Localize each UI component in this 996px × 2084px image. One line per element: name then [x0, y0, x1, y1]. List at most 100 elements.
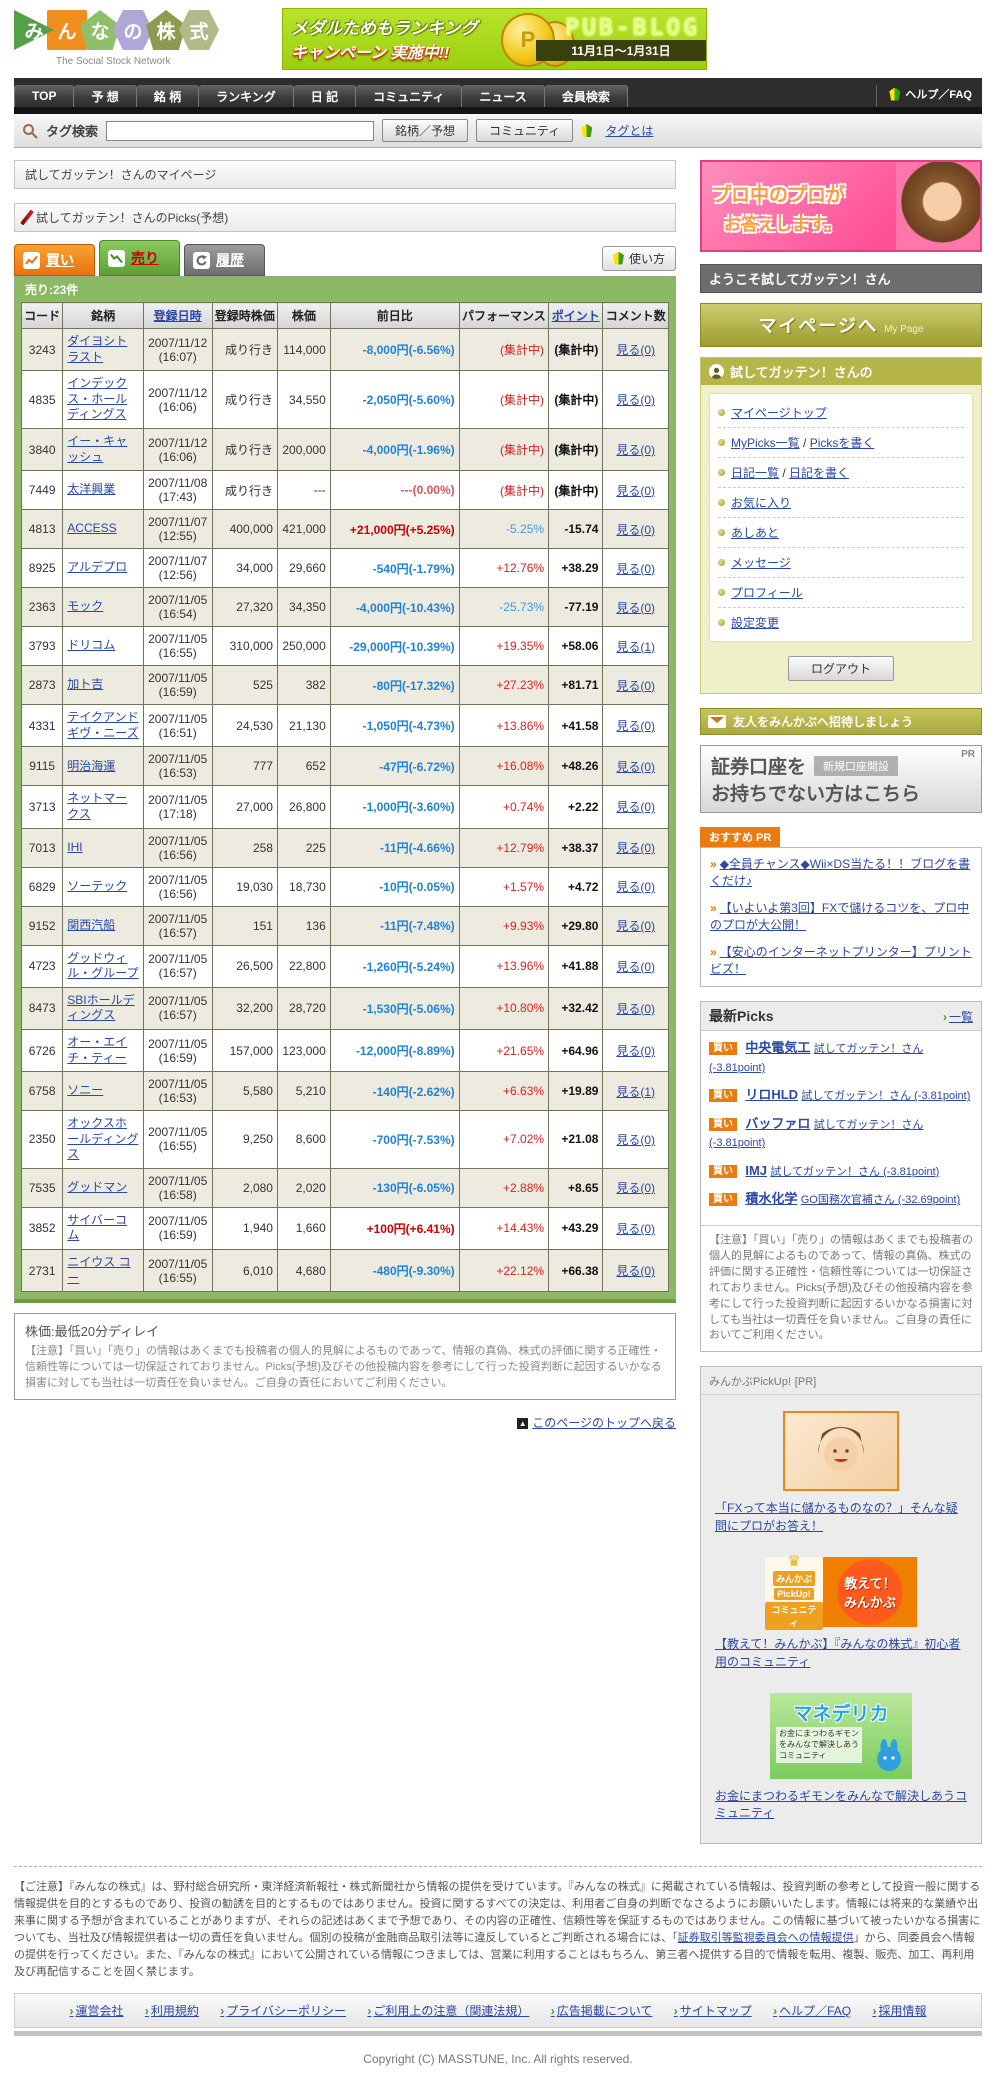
tab-buy[interactable]: 買い	[14, 244, 95, 276]
stock-name-link[interactable]: オー・エイチ・ティー	[67, 1035, 127, 1065]
pr-link[interactable]: 【いよいよ第3回】FXで儲けるコツを、プロ中のプロが大公開！	[710, 901, 969, 932]
pick-stock-link[interactable]: リロHLD	[745, 1087, 798, 1102]
pickup-oshiete-link[interactable]: 【教えて！みんかぶ】『みんなの株式』初心者用のコミュニティ	[715, 1636, 967, 1671]
view-comments-link[interactable]: 見る(0)	[616, 760, 655, 774]
nav-tab[interactable]: 会員検索	[545, 85, 628, 107]
stock-name-link[interactable]: ネットマークス	[67, 791, 127, 821]
pick-stock-link[interactable]: 中央電気工	[745, 1040, 810, 1055]
tag-help-link[interactable]: タグとは	[605, 122, 653, 139]
user-menu-link-2[interactable]: 日記を書く	[789, 466, 849, 480]
view-comments-link[interactable]: 見る(0)	[616, 841, 655, 855]
stock-name-link[interactable]: インデックス・ホールディングス	[67, 376, 127, 421]
nav-tab[interactable]: 予 想	[74, 85, 136, 107]
stock-name-link[interactable]: IHI	[67, 840, 82, 854]
usage-button[interactable]: 使い方	[602, 246, 676, 271]
view-comments-link[interactable]: 見る(0)	[616, 562, 655, 576]
securities-account-ad[interactable]: PR 証券口座を 新規口座開設 お持ちでない方はこちら	[700, 745, 982, 813]
view-comments-link[interactable]: 見る(0)	[616, 343, 655, 357]
view-comments-link[interactable]: 見る(0)	[616, 919, 655, 933]
tab-sell[interactable]: 売り	[99, 240, 180, 276]
nav-tab[interactable]: TOP	[14, 85, 74, 107]
stock-name-link[interactable]: ドリコム	[67, 638, 115, 652]
view-comments-link[interactable]: 見る(0)	[616, 719, 655, 733]
help-faq-link[interactable]: ヘルプ／FAQ	[876, 85, 982, 107]
nav-tab[interactable]: 銘 柄	[137, 85, 199, 107]
user-menu-link[interactable]: あしあと	[731, 526, 779, 540]
view-comments-link[interactable]: 見る(0)	[616, 679, 655, 693]
stock-name-link[interactable]: アルデプロ	[67, 560, 127, 574]
view-comments-link[interactable]: 見る(0)	[616, 1002, 655, 1016]
stock-name-link[interactable]: グッドウィル・グループ	[67, 951, 138, 981]
pr-link[interactable]: 【安心のインターネットプリンター】プリント ビズ！	[710, 945, 972, 976]
footer-link[interactable]: ›プライバシーポリシー	[220, 2004, 346, 2018]
user-menu-link[interactable]: お気に入り	[731, 496, 791, 510]
campaign-banner[interactable]: メダルためもランキング キャンペーン 実施中!! P PUB-BLOG 11月1…	[282, 8, 707, 70]
pick-user-link[interactable]: 試してガッテン！さん (-3.81point)	[709, 1119, 923, 1150]
stock-name-link[interactable]: ACCESS	[67, 521, 116, 535]
view-comments-link[interactable]: 見る(0)	[616, 393, 655, 407]
stock-name-link[interactable]: SBIホールディングス	[67, 993, 134, 1023]
stock-name-link[interactable]: テイクアンドギヴ・ニーズ	[67, 710, 138, 740]
stock-name-link[interactable]: ダイヨシトラスト	[67, 334, 127, 364]
stock-name-link[interactable]: サイバーコム	[67, 1213, 127, 1243]
view-comments-link[interactable]: 見る(0)	[616, 800, 655, 814]
stock-name-link[interactable]: 加ト吉	[67, 677, 103, 691]
user-menu-link[interactable]: メッセージ	[731, 556, 791, 570]
footer-link[interactable]: ›サイトマップ	[674, 2004, 752, 2018]
footer-link[interactable]: ›採用情報	[872, 2004, 926, 2018]
nav-tab[interactable]: 日 記	[294, 85, 356, 107]
view-comments-link[interactable]: 見る(0)	[616, 960, 655, 974]
nav-tab[interactable]: ニュース	[462, 85, 544, 107]
view-comments-link[interactable]: 見る(0)	[616, 1181, 655, 1195]
stock-name-link[interactable]: 関西汽船	[67, 918, 115, 932]
view-comments-link[interactable]: 見る(1)	[616, 1085, 655, 1099]
view-comments-link[interactable]: 見る(0)	[616, 523, 655, 537]
pro-answer-ad[interactable]: プロ中のプロが お答えします。	[700, 160, 982, 252]
footer-link[interactable]: ›ヘルプ／FAQ	[773, 2004, 851, 2018]
view-comments-link[interactable]: 見る(1)	[616, 640, 655, 654]
view-comments-link[interactable]: 見る(0)	[616, 1044, 655, 1058]
pick-user-link[interactable]: 試してガッテン！さん (-3.81point)	[770, 1166, 939, 1178]
search-community-button[interactable]: コミュニティ	[476, 119, 573, 142]
user-menu-link[interactable]: マイページトップ	[731, 406, 827, 420]
stock-name-link[interactable]: オックスホールディングス	[67, 1116, 138, 1161]
nav-tab[interactable]: ランキング	[199, 85, 294, 107]
sesc-report-link[interactable]: 証券取引等監視委員会への情報提供	[678, 1932, 854, 1944]
view-comments-link[interactable]: 見る(0)	[616, 880, 655, 894]
stock-name-link[interactable]: 明治海運	[67, 759, 115, 773]
pick-user-link[interactable]: GO国務次官補さん (-32.69point)	[801, 1194, 961, 1206]
pr-link[interactable]: ◆全員チャンス◆Wii×DS当たる！！ブログを書くだけ♪	[710, 857, 970, 888]
stock-name-link[interactable]: モック	[67, 599, 103, 613]
footer-link[interactable]: ›利用規約	[145, 2004, 199, 2018]
col-point-sort[interactable]: ポイント	[549, 303, 603, 329]
site-logo[interactable]: み ん な の 株 式 The Social Stock Network	[14, 8, 282, 67]
user-menu-link[interactable]: 日記一覧	[731, 466, 779, 480]
view-comments-link[interactable]: 見る(0)	[616, 1222, 655, 1236]
footer-link[interactable]: ›ご利用上の注意（関連法規）	[367, 2004, 529, 2018]
pickup-fx-link[interactable]: 「FXって本当に儲かるものなの？」そんな疑問にプロがお答え！	[715, 1500, 967, 1535]
open-account-button[interactable]: 新規口座開設	[814, 756, 898, 776]
mypage-button[interactable]: マイページへMy Page	[700, 303, 982, 347]
pickup-manederika-link[interactable]: お金にまつわるギモンをみんなで解決しあうコミュニティ	[715, 1788, 967, 1823]
nav-tab[interactable]: コミュニティ	[356, 85, 462, 107]
view-comments-link[interactable]: 見る(0)	[616, 484, 655, 498]
view-comments-link[interactable]: 見る(0)	[616, 443, 655, 457]
stock-name-link[interactable]: グッドマン	[67, 1180, 127, 1194]
search-stock-button[interactable]: 銘柄／予想	[382, 119, 468, 142]
latest-picks-more-link[interactable]: 一覧	[949, 1010, 973, 1024]
back-to-top-link[interactable]: このページのトップへ戻る	[532, 1416, 676, 1430]
col-date-sort[interactable]: 登録日時	[143, 303, 212, 329]
user-menu-link[interactable]: MyPicks一覧	[731, 436, 800, 450]
oshiete-minkabu-banner[interactable]: ♛ みんかぶ PickUp! コミュニティ 教えて！ みんかぶ	[765, 1557, 917, 1627]
view-comments-link[interactable]: 見る(0)	[616, 1264, 655, 1278]
footer-link[interactable]: ›広告掲載について	[551, 2004, 653, 2018]
pick-stock-link[interactable]: 積水化学	[745, 1191, 797, 1206]
stock-name-link[interactable]: ソニー	[67, 1083, 103, 1097]
stock-name-link[interactable]: ニイウス コー	[67, 1255, 130, 1285]
view-comments-link[interactable]: 見る(0)	[616, 601, 655, 615]
invite-friends-banner[interactable]: 友人をみんかぶへ招待しましょう	[700, 708, 982, 735]
user-menu-link[interactable]: プロフィール	[731, 586, 803, 600]
user-menu-link[interactable]: 設定変更	[731, 616, 779, 630]
stock-name-link[interactable]: イー・キャッシュ	[67, 434, 127, 464]
search-input[interactable]	[106, 121, 374, 141]
